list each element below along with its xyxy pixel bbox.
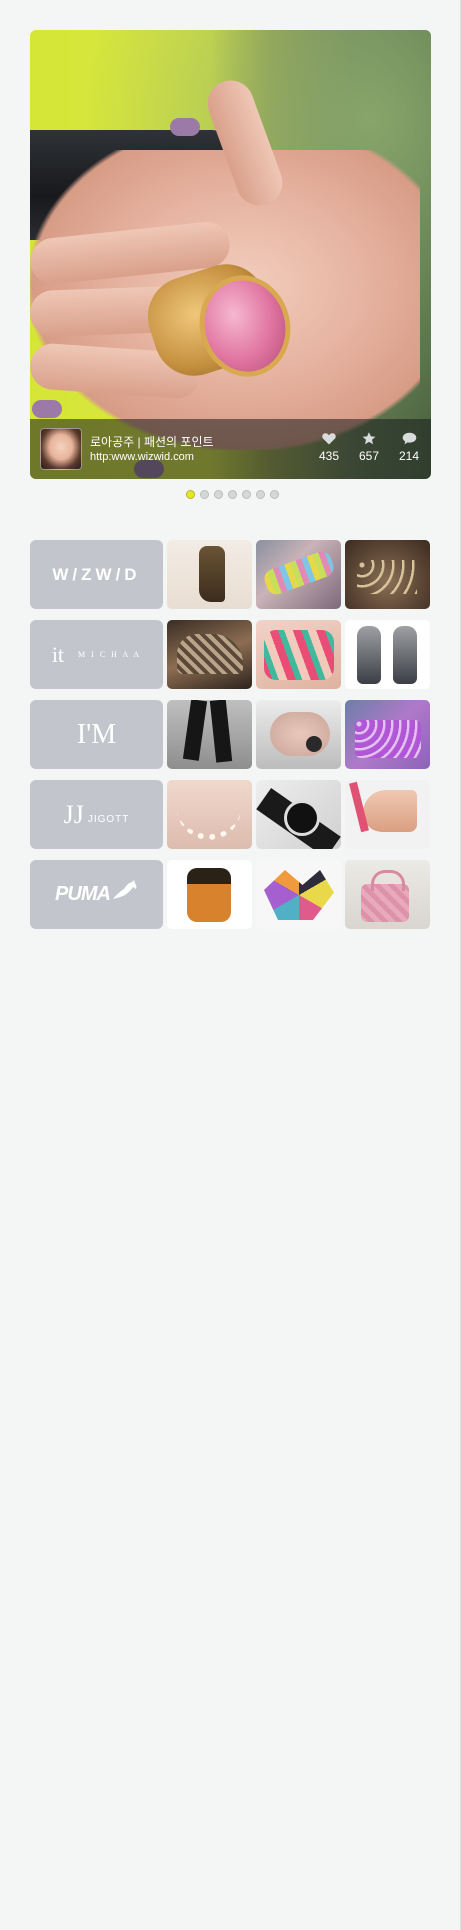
brand-tile-puma[interactable]: PUMA <box>30 860 163 929</box>
thumb-ring <box>306 736 322 752</box>
post-title[interactable]: 로아공주 | 패션의 포인트 <box>90 433 214 450</box>
author-avatar[interactable] <box>40 428 82 470</box>
favorites-stat[interactable]: 657 <box>349 432 389 465</box>
hero-photo-nail <box>170 118 200 136</box>
featured-post-card[interactable]: 로아공주 | 패션의 포인트 http:www.wizwid.com 435 6… <box>30 30 431 479</box>
product-thumb[interactable] <box>256 700 341 769</box>
product-thumb[interactable] <box>345 860 430 929</box>
pager-dot[interactable] <box>228 490 237 499</box>
thumb-bracelets <box>261 548 337 598</box>
post-url-link[interactable]: http:www.wizwid.com <box>90 451 194 463</box>
thumb-bag-studs <box>357 560 417 594</box>
pager-dot[interactable] <box>242 490 251 499</box>
thumb-legs <box>182 700 208 761</box>
pager-dot[interactable] <box>214 490 223 499</box>
brand-logo-jj: JJ <box>63 799 84 829</box>
thumb-watch-face <box>284 800 320 836</box>
likes-stat[interactable]: 435 <box>309 432 349 465</box>
thumb-purple-clutch <box>355 720 421 758</box>
likes-count: 435 <box>318 449 340 463</box>
product-thumb[interactable] <box>167 700 252 769</box>
comment-icon <box>402 432 416 445</box>
product-thumb[interactable] <box>256 860 341 929</box>
product-thumb[interactable] <box>167 540 252 609</box>
thumb-ring-hand <box>270 712 330 756</box>
hero-photo-nail <box>32 400 62 418</box>
brand-logo-wizwid: W/ZW/D <box>52 564 141 584</box>
product-thumb[interactable] <box>345 540 430 609</box>
brand-logo-puma: PUMA <box>55 883 111 905</box>
thumb-necklace <box>177 800 241 840</box>
comments-count: 214 <box>398 449 420 463</box>
product-thumb[interactable] <box>345 780 430 849</box>
thumb-legs <box>209 700 233 763</box>
pager-dot[interactable] <box>200 490 209 499</box>
brand-logo-michaa: M I C H A A <box>78 650 142 659</box>
puma-cat-icon <box>112 879 137 899</box>
post-info-bar: 로아공주 | 패션의 포인트 http:www.wizwid.com 435 6… <box>30 419 431 479</box>
heart-icon <box>322 433 336 445</box>
thumb-geometric-shoes <box>264 870 334 920</box>
pager-dot[interactable] <box>270 490 279 499</box>
brand-tile-it-michaa[interactable]: it M I C H A A <box>30 620 163 689</box>
product-thumb[interactable] <box>167 860 252 929</box>
thumb-pattern-shoe <box>177 634 243 674</box>
product-thumb[interactable] <box>167 780 252 849</box>
product-thumb[interactable] <box>256 620 341 689</box>
comments-stat[interactable]: 214 <box>389 432 429 465</box>
product-thumb[interactable] <box>256 540 341 609</box>
product-thumb[interactable] <box>167 620 252 689</box>
brand-tile-im[interactable]: I'M <box>30 700 163 769</box>
product-thumb[interactable] <box>345 620 430 689</box>
thumb-bag-handle <box>371 870 405 891</box>
brand-tile-wizwid[interactable]: W/ZW/D <box>30 540 163 609</box>
product-thumb[interactable] <box>345 700 430 769</box>
brand-tile-jj-jigott[interactable]: JJ JIGOTT <box>30 780 163 849</box>
favorites-count: 657 <box>358 449 380 463</box>
thumb-studded-shoe-left <box>357 626 381 684</box>
pager-dot[interactable] <box>256 490 265 499</box>
thumb-studded-shoe-right <box>393 626 417 684</box>
brand-logo-im: I'M <box>76 718 117 750</box>
thumb-heel-shoe <box>363 790 417 832</box>
brand-logo-it: it <box>51 641 65 667</box>
thumb-candle-jar <box>187 868 231 922</box>
thumb-nails <box>264 630 334 680</box>
thumb-boot <box>199 546 225 602</box>
product-thumb[interactable] <box>256 780 341 849</box>
pager-dot[interactable] <box>186 490 195 499</box>
brand-logo-jigott: JIGOTT <box>87 814 130 825</box>
star-icon <box>362 432 376 445</box>
